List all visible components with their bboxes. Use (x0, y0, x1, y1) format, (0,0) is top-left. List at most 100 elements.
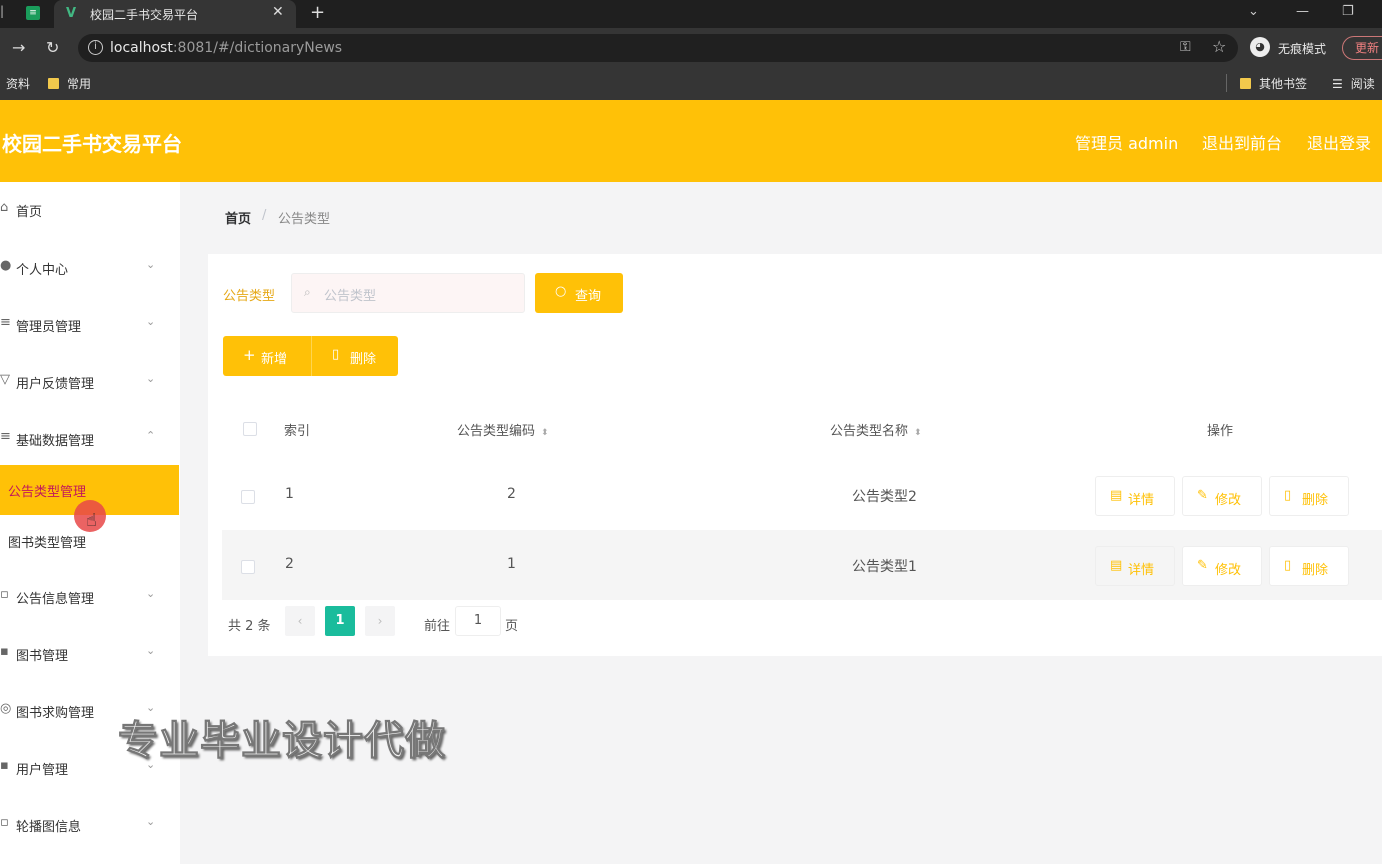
sidebar-item-label: 用户管理 (16, 763, 69, 778)
notice-icon: ▫ (0, 587, 9, 602)
header-name[interactable]: 公告类型名称 ⬍ (830, 420, 922, 439)
detail-label: 详情 (1128, 563, 1155, 578)
browser-tab-active[interactable]: V 校园二手书交易平台 ✕ (54, 0, 296, 28)
edit-label: 修改 (1215, 493, 1242, 508)
sidebar-item-home[interactable]: ⌂ 首页 (0, 190, 180, 230)
sidebar-item-admins[interactable]: ≡ 管理员管理 ⌄ (0, 305, 180, 345)
detail-button[interactable]: ▤ 详情 (1095, 476, 1175, 516)
site-info-icon[interactable]: i (88, 40, 103, 55)
sidebar-item-books[interactable]: ▪ 图书管理 ⌄ (0, 634, 180, 674)
app-title: 校园二手书交易平台 (2, 132, 182, 156)
sidebar-item-label: 基础数据管理 (16, 434, 95, 449)
sort-icon[interactable]: ⬍ (541, 428, 549, 438)
search-label: 公告类型 (223, 289, 276, 304)
search-icon: ○ (555, 284, 567, 299)
bookmark-divider (1226, 74, 1227, 92)
sort-icon[interactable]: ⬍ (914, 428, 922, 438)
sidebar-item-label: 图书求购管理 (16, 706, 95, 721)
reading-list[interactable]: ☰ 阅读 (1332, 75, 1375, 92)
tab-search-icon[interactable]: ⌄ (1248, 4, 1259, 19)
submenu-item-label: 图书类型管理 (8, 536, 87, 551)
update-button[interactable]: 更新 (1342, 36, 1382, 60)
minimize-icon[interactable]: — (1296, 4, 1309, 19)
search-input[interactable]: ⌕ 公告类型 (291, 273, 525, 313)
bookmark-folder[interactable]: 常用 (48, 75, 91, 92)
logout-link[interactable]: 退出登录 (1307, 130, 1371, 154)
incognito-label: 无痕模式 (1278, 42, 1327, 56)
breadcrumb: 首页 / 公告类型 (208, 190, 1382, 242)
sidebar-item-feedback[interactable]: ▽ 用户反馈管理 ⌄ (0, 362, 180, 402)
browser-address-bar: → ↻ i localhost:8081/#/dictionaryNews ⚿ … (0, 28, 1382, 68)
bookmark-star-icon[interactable]: ☆ (1212, 37, 1226, 56)
select-all-checkbox[interactable] (243, 422, 257, 436)
chevron-down-icon: ⌄ (146, 644, 156, 657)
exit-to-front-link[interactable]: 退出到前台 (1202, 130, 1282, 154)
watermark-text: 专业毕业设计代做 (118, 718, 446, 765)
sidebar-item-label: 个人中心 (16, 263, 69, 278)
sidebar-item-label: 用户反馈管理 (16, 377, 95, 392)
tab-title: 校园二手书交易平台 (90, 8, 199, 22)
delete-button[interactable]: ▯ 删除 (1269, 476, 1349, 516)
reload-icon[interactable]: ↻ (46, 38, 59, 57)
carousel-icon: ▫ (0, 815, 9, 830)
new-tab-icon[interactable]: + (310, 2, 325, 23)
next-page-icon[interactable]: › (365, 606, 395, 636)
url-text[interactable]: localhost:8081/#/dictionaryNews (110, 40, 342, 56)
edit-button[interactable]: ✎ 修改 (1182, 476, 1262, 516)
data-icon: ≡ (0, 429, 11, 444)
trash-icon: ▯ (332, 347, 340, 362)
batch-delete-button[interactable]: ▯ 删除 (311, 336, 398, 376)
user-icon: ● (0, 258, 12, 273)
header-code[interactable]: 公告类型编码 ⬍ (457, 420, 549, 439)
sidebar-item-basic-data[interactable]: ≡ 基础数据管理 ⌃ (0, 419, 180, 459)
delete-button[interactable]: ▯ 删除 (1269, 546, 1349, 586)
breadcrumb-home[interactable]: 首页 (225, 208, 251, 227)
sidebar-item-label: 公告信息管理 (16, 592, 95, 607)
forward-icon[interactable]: → (12, 38, 25, 57)
table-header: 索引 公告类型编码 ⬍ 公告类型名称 ⬍ 操作 (222, 398, 1382, 460)
tab-close-icon[interactable]: ✕ (272, 4, 284, 20)
breadcrumb-current: 公告类型 (278, 212, 331, 227)
cell-code: 1 (507, 556, 516, 572)
bookmark-item[interactable]: 资料 (6, 75, 30, 92)
table-row: 1 2 公告类型2 ▤ 详情 ✎ 修改 ▯ 删除 (222, 460, 1382, 530)
sidebar-item-label: 首页 (16, 205, 43, 220)
password-key-icon[interactable]: ⚿ (1180, 39, 1191, 55)
add-button[interactable]: + 新增 (223, 336, 311, 376)
search-icon: ⌕ (304, 285, 311, 299)
omnibox[interactable]: i localhost:8081/#/dictionaryNews ⚿ ☆ (78, 34, 1238, 62)
sidebar-item-label: 轮播图信息 (16, 820, 82, 835)
admin-label: 管理员 admin (1075, 134, 1179, 153)
chevron-down-icon: ⌄ (146, 372, 156, 385)
page-number-active[interactable]: 1 (325, 606, 355, 636)
goto-label: 前往 (424, 619, 451, 634)
detail-button[interactable]: ▤ 详情 (1095, 546, 1175, 586)
goto-page-input[interactable]: 1 (455, 606, 501, 636)
submenu-item-label: 公告类型管理 (8, 485, 87, 500)
page-unit-label: 页 (505, 619, 519, 634)
delete-label: 删除 (1302, 563, 1329, 578)
edit-button[interactable]: ✎ 修改 (1182, 546, 1262, 586)
query-button-label: 查询 (575, 289, 602, 304)
trash-icon: ▯ (1284, 558, 1292, 573)
row-checkbox[interactable] (241, 490, 255, 504)
sheet-favicon-icon[interactable]: ≡ (26, 6, 40, 20)
edit-icon: ✎ (1197, 488, 1208, 503)
query-button[interactable]: ○ 查询 (535, 273, 623, 313)
sidebar-item-profile[interactable]: ● 个人中心 ⌄ (0, 248, 180, 288)
document-icon: ▤ (1110, 488, 1123, 503)
row-checkbox[interactable] (241, 560, 255, 574)
prev-page-icon[interactable]: ‹ (285, 606, 315, 636)
breadcrumb-separator: / (262, 208, 267, 223)
book-icon: ▪ (0, 644, 9, 659)
sidebar-item-carousel[interactable]: ▫ 轮播图信息 ⌄ (0, 805, 180, 845)
bookmark-folder-other[interactable]: 其他书签 (1240, 75, 1307, 92)
incognito-icon[interactable]: ◕ (1250, 37, 1270, 57)
header-index: 索引 (284, 424, 311, 439)
delete-label: 删除 (1302, 493, 1329, 508)
cell-name: 公告类型2 (852, 489, 917, 505)
restore-icon[interactable]: ❐ (1342, 4, 1354, 19)
header-actions: 操作 (1207, 424, 1234, 439)
sidebar-item-notices[interactable]: ▫ 公告信息管理 ⌄ (0, 577, 180, 617)
pagination-total: 共 2 条 (228, 619, 271, 634)
